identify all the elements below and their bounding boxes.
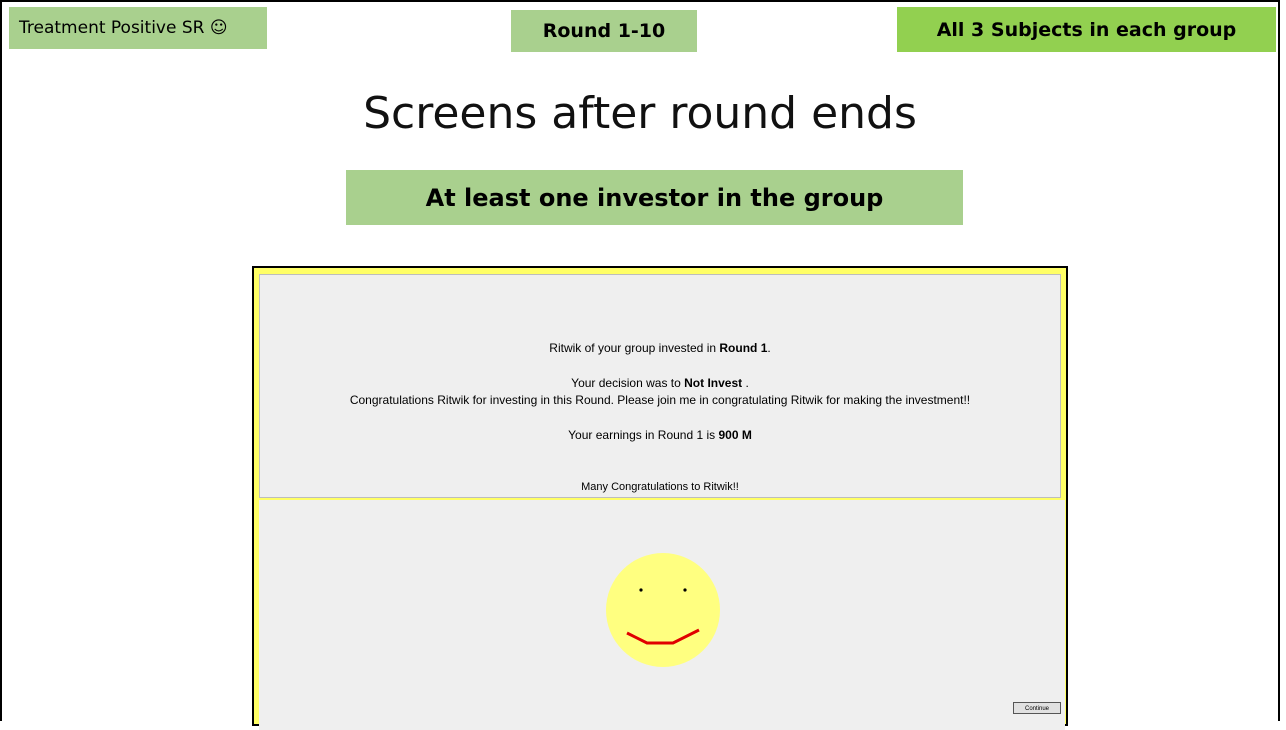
feedback-panel: Continue [259, 500, 1065, 730]
invest-notice-suffix: . [767, 341, 771, 355]
continue-button[interactable]: Continue [1013, 702, 1061, 714]
results-panel: Ritwik of your group invested in Round 1… [259, 274, 1061, 498]
closing-congratulations: Many Congratulations to Ritwik!! [581, 481, 739, 493]
slide-title: Screens after round ends [363, 88, 917, 139]
subtitle-box: At least one investor in the group [346, 170, 963, 225]
experiment-screen: Ritwik of your group invested in Round 1… [252, 266, 1068, 730]
round-tag: Round 1-10 [511, 10, 697, 52]
decision-value: Not Invest [684, 376, 743, 390]
smiley-face-icon [606, 553, 720, 667]
subjects-tag: All 3 Subjects in each group [897, 7, 1276, 52]
smiley-face [606, 553, 720, 667]
round-label: Round 1-10 [542, 20, 666, 42]
treatment-tag: Treatment Positive SR ☺ [9, 7, 267, 49]
smiley-left-eye [639, 588, 643, 592]
congratulations-message: Congratulations Ritwik for investing in … [349, 393, 971, 407]
invest-notice-text: Ritwik of your group invested in [549, 341, 720, 355]
earnings-text: Your earnings in Round 1 is [568, 428, 719, 442]
decision-notice: Your decision was to Not Invest . [260, 376, 1060, 390]
treatment-label: Treatment Positive SR ☺ [19, 18, 228, 38]
decision-text: Your decision was to [571, 376, 685, 390]
subjects-label: All 3 Subjects in each group [936, 18, 1237, 41]
decision-suffix: . [742, 376, 749, 390]
earnings-notice: Your earnings in Round 1 is 900 M [260, 428, 1060, 442]
smiley-right-eye [683, 588, 687, 592]
subtitle: At least one investor in the group [425, 183, 884, 212]
earnings-value: 900 M [718, 428, 752, 442]
round-number: Round 1 [719, 341, 768, 355]
invest-notice: Ritwik of your group invested in Round 1… [260, 341, 1060, 355]
